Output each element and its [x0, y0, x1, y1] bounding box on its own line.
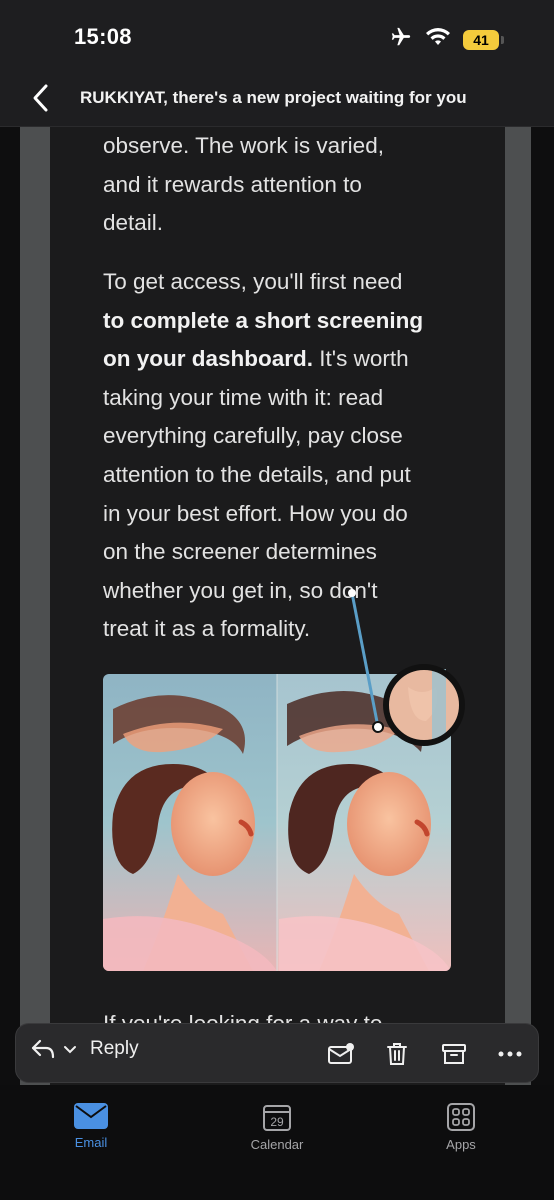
archive-icon	[442, 1044, 466, 1064]
chevron-left-icon	[33, 84, 48, 112]
airplane-icon	[389, 26, 413, 53]
tab-calendar[interactable]: 29 Calendar	[222, 1103, 332, 1152]
battery-tip	[501, 35, 504, 44]
back-button[interactable]	[22, 80, 58, 116]
calendar-icon: 29	[263, 1105, 291, 1131]
more-horizontal-icon	[498, 1051, 522, 1057]
email-header: RUKKIYAT, there's a new project waiting …	[0, 72, 554, 127]
battery-indicator: 41	[463, 29, 504, 50]
tab-label: Calendar	[250, 1137, 304, 1152]
magnifier-annotation	[348, 589, 465, 746]
email-subject: RUKKIYAT, there's a new project waiting …	[80, 88, 467, 107]
reply-arrow-icon	[31, 1039, 55, 1059]
status-bar: 15:08 41	[0, 0, 554, 72]
status-time: 15:08	[74, 24, 132, 49]
tab-label: Apps	[446, 1137, 476, 1152]
email-body[interactable]: observe. The work is varied, and it rewa…	[0, 127, 554, 1087]
calendar-date: 29	[270, 1115, 284, 1129]
status-icons: 41	[389, 26, 504, 53]
tab-label: Email	[74, 1135, 108, 1150]
archive-button[interactable]	[440, 1040, 468, 1068]
bottom-tab-bar: Email 29 Calendar Apps	[0, 1085, 554, 1200]
battery-level: 41	[463, 29, 499, 50]
reply-label: Reply	[90, 1038, 139, 1059]
mail-unread-icon	[328, 1043, 354, 1064]
apps-grid-icon	[447, 1103, 475, 1131]
chevron-down-icon[interactable]	[62, 1041, 78, 1057]
tab-apps[interactable]: Apps	[406, 1103, 516, 1152]
email-action-bar: Reply	[15, 1023, 539, 1083]
tab-email[interactable]: Email	[36, 1103, 146, 1150]
delete-button[interactable]	[383, 1040, 411, 1068]
wifi-icon	[425, 27, 451, 52]
trash-icon	[387, 1043, 407, 1065]
reply-button[interactable]: Reply	[30, 1038, 139, 1060]
mark-unread-button[interactable]	[327, 1040, 355, 1068]
more-options-button[interactable]	[496, 1040, 524, 1068]
mail-icon	[74, 1103, 108, 1129]
